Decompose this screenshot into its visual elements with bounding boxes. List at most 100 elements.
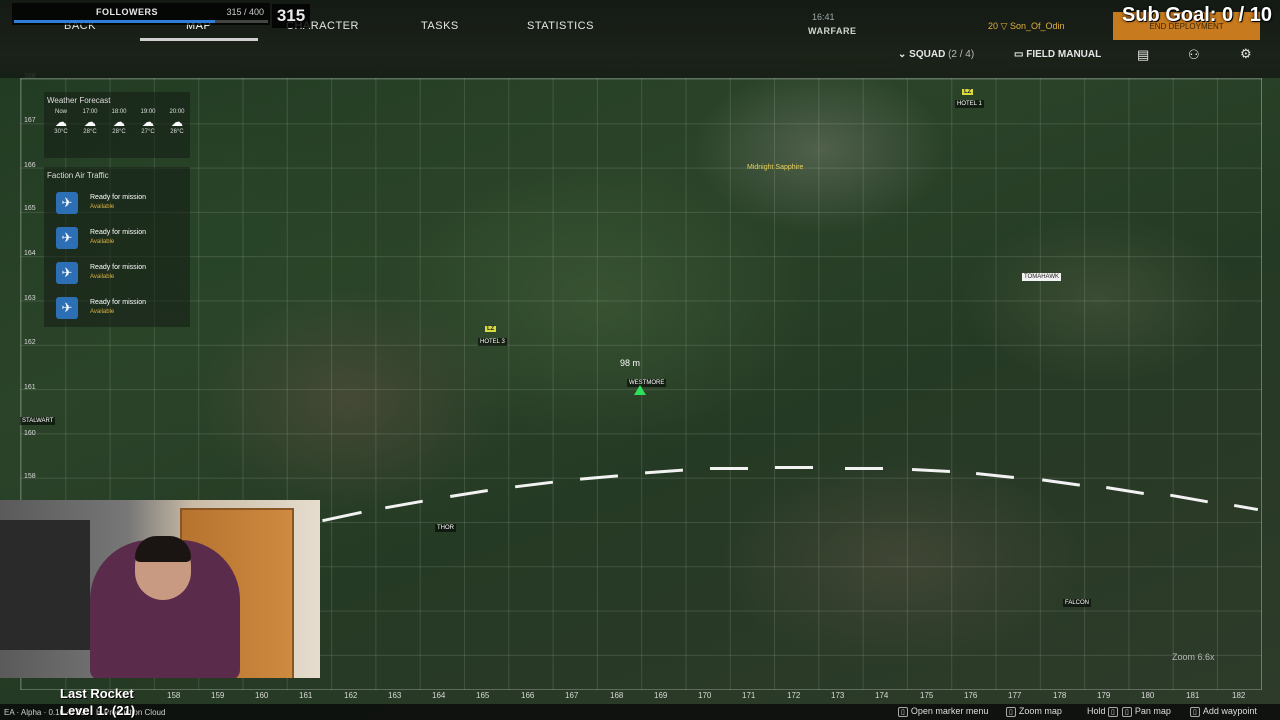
x-axis-label: 160 <box>255 691 269 700</box>
player-position-icon <box>634 385 646 395</box>
x-axis-label: 158 <box>167 691 181 700</box>
x-axis-label: 182 <box>1232 691 1246 700</box>
group-icon[interactable]: ⚇ <box>1188 47 1200 63</box>
mouse-icon: ▯ <box>1190 707 1200 717</box>
town-label: Midnight Sapphire <box>747 164 804 171</box>
level-overlay: Level 1: (21) <box>60 703 136 718</box>
chat-icon[interactable]: ▤ <box>1137 47 1149 63</box>
squad-toggle[interactable]: ⌄ SQUAD (2 / 4) <box>898 49 974 60</box>
followers-goal: FOLLOWERS 315 / 400 <box>12 3 270 25</box>
mouse-icon: ▯ <box>1108 707 1118 717</box>
hotel3-marker[interactable]: HOTEL 3 <box>478 338 507 346</box>
hint-hold: Hold ▯ <box>1087 706 1121 717</box>
x-axis-label: 166 <box>521 691 535 700</box>
x-axis-label: 167 <box>565 691 579 700</box>
air-traffic-item[interactable]: ✈ Ready for mission Available <box>56 227 186 255</box>
y-axis-label: 164 <box>24 250 36 257</box>
x-axis-label: 172 <box>787 691 801 700</box>
air-traffic-item[interactable]: ✈ Ready for mission Available <box>56 192 186 220</box>
top-bar: BACK MAP CHARACTER TASKS STATISTICS FOLL… <box>0 0 1280 78</box>
mouse-icon: ▯ <box>898 707 908 717</box>
x-axis-label: 164 <box>432 691 446 700</box>
weather-slot: 17:00 ☁ 28°C <box>76 109 104 135</box>
gear-icon[interactable]: ⚙ <box>1240 46 1252 62</box>
weather-title: Weather Forecast <box>47 96 111 105</box>
x-axis-label: 168 <box>610 691 624 700</box>
x-axis-label: 161 <box>299 691 313 700</box>
x-axis-label: 177 <box>1008 691 1022 700</box>
field-manual-button[interactable]: ▭ FIELD MANUAL <box>1014 49 1101 60</box>
game-mode: WARFARE <box>808 26 857 36</box>
tab-tasks[interactable]: TASKS <box>421 20 459 32</box>
air-traffic-title: Faction Air Traffic <box>47 171 109 180</box>
tomahawk-marker[interactable]: TOMAHAWK <box>1022 273 1062 281</box>
hint-add-waypoint: ▯ Add waypoint <box>1190 706 1257 717</box>
helicopter-icon: ✈ <box>56 297 78 319</box>
y-axis-label: 160 <box>24 430 36 437</box>
followers-big-count: 315 <box>272 4 310 28</box>
sub-goal-overlay: Sub Goal: 0 / 10 <box>1122 4 1273 26</box>
followers-label: FOLLOWERS <box>96 7 158 17</box>
zoom-level: Zoom 6.6x <box>1172 652 1215 662</box>
y-axis-label: 166 <box>24 162 36 169</box>
weather-slot: Now ☁ 30°C <box>47 109 75 135</box>
mouse-wheel-icon: ▯ <box>1006 707 1016 717</box>
game-time: 16:41 <box>812 12 835 22</box>
followers-progress <box>14 20 215 23</box>
air-traffic-item[interactable]: ✈ Ready for mission Available <box>56 297 186 325</box>
border-line <box>845 467 883 470</box>
x-axis-label: 175 <box>920 691 934 700</box>
distance-readout: 98 m <box>620 358 641 368</box>
helicopter-icon: ✈ <box>56 262 78 284</box>
x-axis-label: 170 <box>698 691 712 700</box>
x-axis-label: 171 <box>742 691 756 700</box>
hotel1-marker[interactable]: HOTEL 1 <box>955 100 984 108</box>
hint-pan-map: ▯ Pan map <box>1122 706 1171 717</box>
lz-tag: LZ <box>485 326 497 332</box>
border-line <box>775 466 813 469</box>
x-axis-label: 181 <box>1186 691 1200 700</box>
stalwart-marker[interactable]: STALWART <box>20 417 56 425</box>
x-axis-label: 176 <box>964 691 978 700</box>
x-axis-label: 179 <box>1097 691 1111 700</box>
x-axis-label: 169 <box>654 691 668 700</box>
followers-count: 315 / 400 <box>226 7 264 17</box>
x-axis-label: 165 <box>476 691 490 700</box>
y-axis-label: 165 <box>24 205 36 212</box>
y-axis-label: 163 <box>24 295 36 302</box>
x-axis-label: 173 <box>831 691 845 700</box>
weather-slot: 19:00 ☁ 27°C <box>134 109 162 135</box>
y-axis-label: 161 <box>24 384 36 391</box>
lz-tag: LZ <box>962 89 974 95</box>
weather-slot: 20:00 ☁ 26°C <box>163 109 191 135</box>
thor-marker[interactable]: THOR <box>435 524 456 532</box>
last-rocket-overlay: Last Rocket <box>60 686 134 701</box>
x-axis-label: 162 <box>344 691 358 700</box>
helicopter-icon: ✈ <box>56 227 78 249</box>
helicopter-icon: ✈ <box>56 192 78 214</box>
westmore-marker[interactable]: WESTMORE <box>627 379 667 387</box>
book-icon: ▭ <box>1014 49 1024 60</box>
cloud-icon: ☁ <box>142 115 154 129</box>
cloud-icon: ☁ <box>84 115 96 129</box>
cloud-rain-icon: ☁ <box>55 115 67 129</box>
x-axis-label: 174 <box>875 691 889 700</box>
x-axis-label: 163 <box>388 691 402 700</box>
air-traffic-item[interactable]: ✈ Ready for mission Available <box>56 262 186 290</box>
weather-slot: 18:00 ☁ 28°C <box>105 109 133 135</box>
falcon-marker[interactable]: FALCON <box>1063 599 1092 607</box>
mouse-icon: ▯ <box>1122 707 1132 717</box>
user-badge: 20 ▽ Son_Of_Odin <box>988 21 1065 31</box>
y-axis-label: 162 <box>24 339 36 346</box>
x-axis-label: 159 <box>211 691 225 700</box>
hint-open-marker-menu: ▯ Open marker menu <box>898 706 988 717</box>
cloud-icon: ☁ <box>171 115 183 129</box>
cloud-icon: ☁ <box>113 115 125 129</box>
hint-zoom-map: ▯ Zoom map <box>1006 706 1062 717</box>
border-line <box>710 467 748 470</box>
chevron-down-icon: ⌄ <box>898 49 907 60</box>
active-tab-indicator <box>140 38 258 41</box>
tab-statistics[interactable]: STATISTICS <box>527 20 594 32</box>
x-axis-label: 178 <box>1053 691 1067 700</box>
rank-icon: ▽ <box>1000 21 1008 31</box>
